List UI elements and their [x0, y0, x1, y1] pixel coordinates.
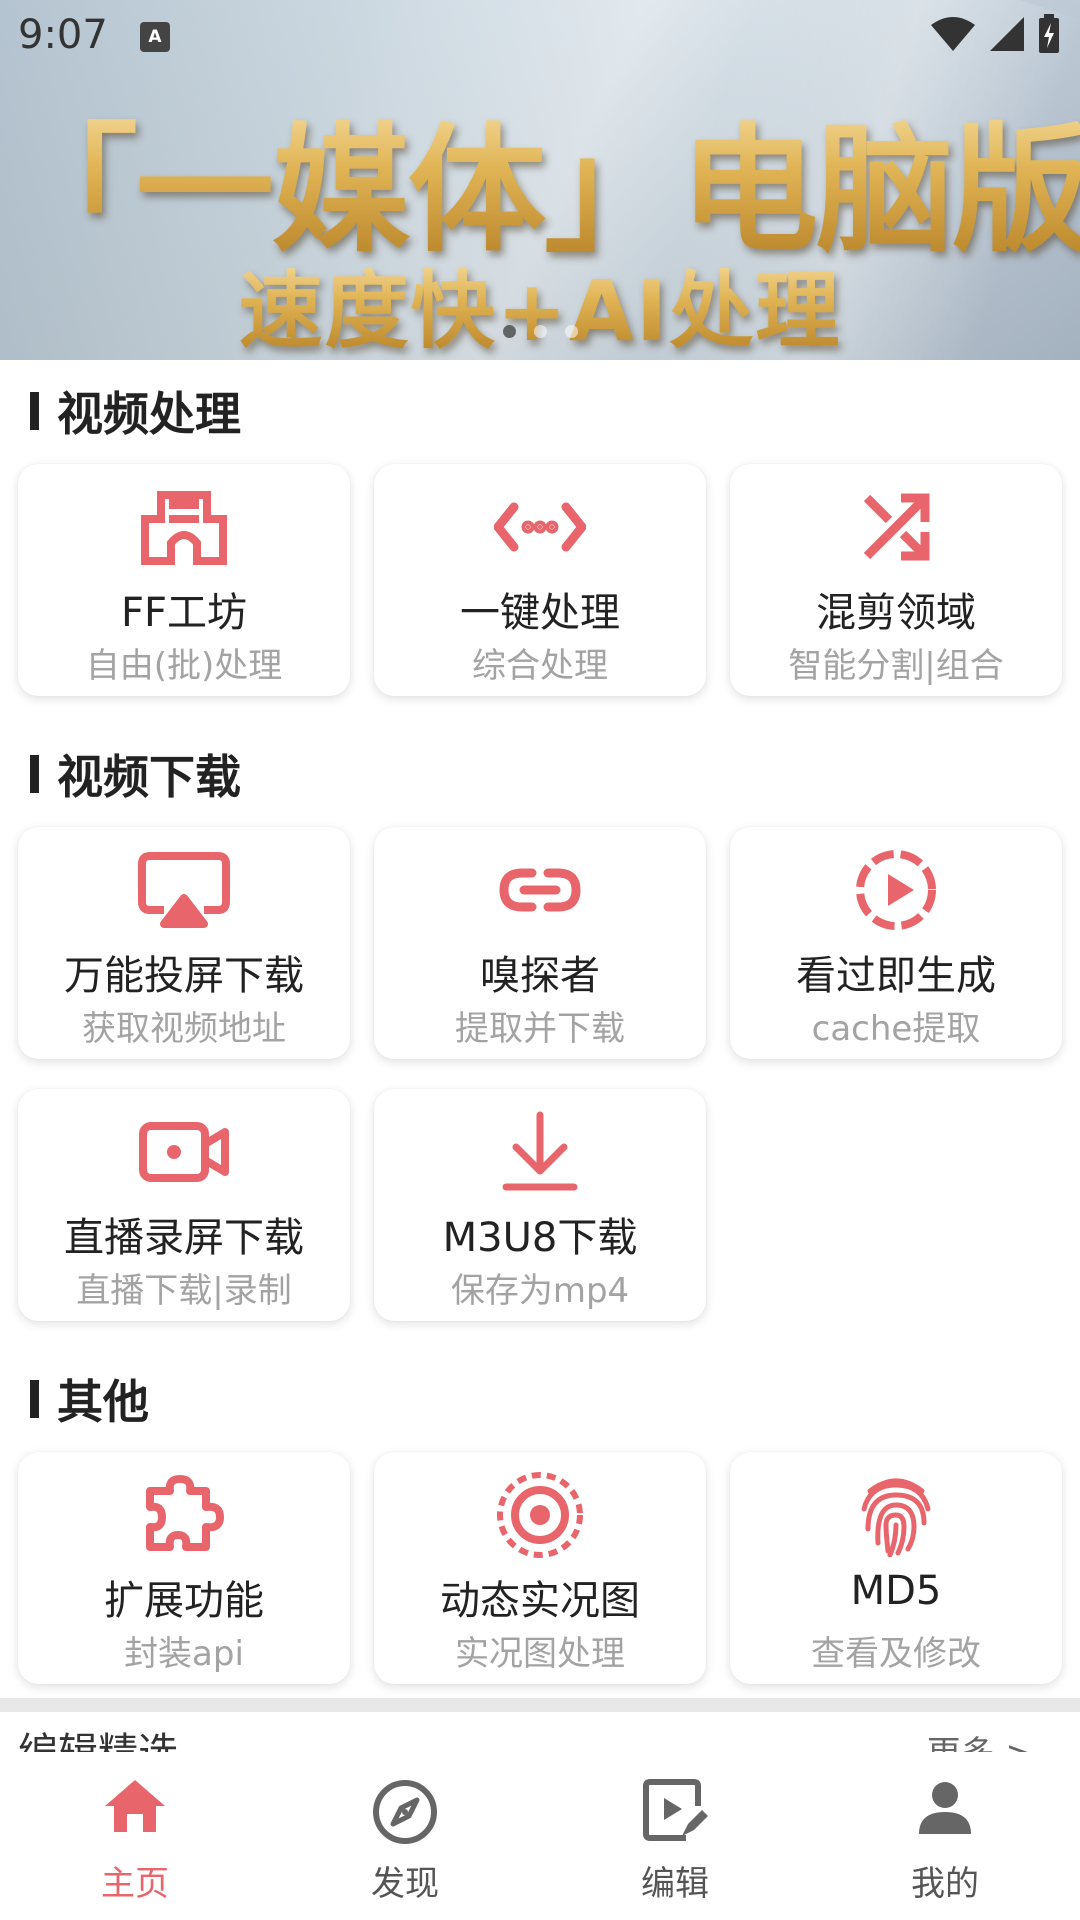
nav-label: 发现: [371, 1864, 439, 1904]
code-arrows-icon: [374, 486, 706, 568]
more-link[interactable]: 更多 >: [927, 1726, 1034, 1752]
link-icon: [374, 849, 706, 931]
compass-icon: [270, 1778, 540, 1846]
card-title: 混剪领域: [816, 590, 976, 636]
section-bar: [30, 755, 39, 793]
card-title: 嗅探者: [480, 953, 600, 999]
tool-card-md5[interactable]: MD5 查看及修改: [730, 1452, 1062, 1684]
card-subtitle: 综合处理: [472, 646, 608, 686]
castle-icon: [18, 486, 350, 568]
editor-picks-title: 编辑精选: [18, 1720, 178, 1752]
wifi-icon: [931, 17, 975, 51]
edit-icon: [540, 1778, 810, 1844]
section-bar: [30, 1380, 39, 1418]
tool-card-ff-workshop[interactable]: FF工坊 自由(批)处理: [18, 464, 350, 696]
card-title: 看过即生成: [796, 953, 996, 999]
carousel-dot[interactable]: [502, 325, 516, 338]
editor-picks-header: 编辑精选 更多 >: [0, 1712, 1080, 1752]
notification-icon: A: [140, 22, 170, 52]
section-title-text: 视频处理: [57, 387, 241, 441]
carousel-dot[interactable]: [533, 325, 547, 338]
section-title-video-processing: 视频处理: [30, 381, 241, 441]
tool-card-cast-download[interactable]: 万能投屏下载 获取视频地址: [18, 827, 350, 1059]
tool-card-cache-extract[interactable]: 看过即生成 cache提取: [730, 827, 1062, 1059]
tool-card-m3u8-download[interactable]: M3U8下载 保存为mp4: [374, 1089, 706, 1321]
fingerprint-icon: [730, 1474, 1062, 1557]
home-icon: [0, 1778, 270, 1834]
nav-discover[interactable]: 发现: [270, 1752, 540, 1920]
cell-signal-icon: [990, 17, 1024, 51]
card-title: 动态实况图: [440, 1578, 640, 1624]
banner-subtitle: 速度快+AI处理: [0, 244, 1080, 360]
card-subtitle: 实况图处理: [455, 1634, 625, 1674]
tool-card-live-record[interactable]: 直播录屏下载 直播下载|录制: [18, 1089, 350, 1321]
person-icon: [810, 1778, 1080, 1838]
nav-home[interactable]: 主页: [0, 1752, 270, 1920]
tool-card-sniffer[interactable]: 嗅探者 提取并下载: [374, 827, 706, 1059]
nav-edit[interactable]: 编辑: [540, 1752, 810, 1920]
download-icon: [374, 1111, 706, 1193]
section-divider: [0, 1698, 1080, 1712]
carousel-dot[interactable]: [564, 325, 578, 338]
tool-card-remix[interactable]: 混剪领域 智能分割|组合: [730, 464, 1062, 696]
card-title: 扩展功能: [104, 1578, 264, 1624]
nav-label: 编辑: [641, 1864, 709, 1904]
promo-banner[interactable]: 「一媒体」电脑版 速度快+AI处理: [0, 0, 1080, 360]
card-subtitle: 获取视频地址: [82, 1009, 286, 1049]
card-title: 万能投屏下载: [64, 953, 304, 999]
section-title-video-download: 视频下载: [30, 744, 241, 804]
carousel-indicator: [0, 325, 1080, 338]
live-photo-icon: [374, 1472, 706, 1558]
status-time: 9:07: [18, 12, 108, 58]
section-title-other: 其他: [30, 1369, 149, 1429]
card-title: M3U8下载: [442, 1215, 638, 1261]
nav-label: 我的: [911, 1864, 979, 1904]
tool-card-extensions[interactable]: 扩展功能 封装api: [18, 1452, 350, 1684]
card-subtitle: 查看及修改: [811, 1634, 981, 1674]
card-subtitle: 保存为mp4: [450, 1271, 630, 1311]
card-title: 一键处理: [460, 590, 620, 636]
tool-card-one-click[interactable]: 一键处理 综合处理: [374, 464, 706, 696]
card-subtitle: cache提取: [811, 1009, 981, 1049]
play-circle-icon: [730, 849, 1062, 931]
card-title: FF工坊: [120, 590, 247, 636]
card-subtitle: 自由(批)处理: [85, 646, 283, 686]
puzzle-icon: [18, 1474, 350, 1556]
app-screen: 「一媒体」电脑版 速度快+AI处理 9:07 A 视频处理 FF工坊 自由(批)…: [0, 0, 1080, 1920]
airplay-icon: [18, 849, 350, 931]
card-subtitle: 直播下载|录制: [76, 1271, 292, 1311]
card-title: 直播录屏下载: [64, 1215, 304, 1261]
card-title: MD5: [850, 1568, 942, 1614]
video-camera-icon: [18, 1111, 350, 1193]
tool-card-live-photo[interactable]: 动态实况图 实况图处理: [374, 1452, 706, 1684]
status-icons: [930, 14, 1060, 54]
section-title-text: 视频下载: [57, 750, 241, 804]
nav-profile[interactable]: 我的: [810, 1752, 1080, 1920]
card-subtitle: 提取并下载: [455, 1009, 625, 1049]
shuffle-icon: [730, 486, 1062, 568]
card-subtitle: 封装api: [124, 1634, 244, 1674]
battery-icon: [1039, 14, 1059, 53]
nav-label: 主页: [101, 1864, 169, 1904]
section-title-text: 其他: [57, 1375, 149, 1429]
section-bar: [30, 392, 39, 430]
bottom-nav: 主页 发现 编辑 我的: [0, 1752, 1080, 1920]
card-subtitle: 智能分割|组合: [788, 646, 1004, 686]
